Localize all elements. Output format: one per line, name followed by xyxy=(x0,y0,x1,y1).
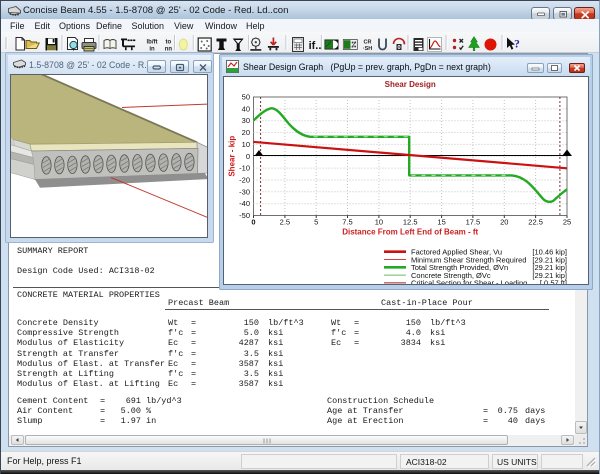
svg-text:0: 0 xyxy=(246,152,250,161)
svg-text:to: to xyxy=(166,40,172,46)
svg-text:-50: -50 xyxy=(239,211,250,220)
svg-text:?: ? xyxy=(514,39,520,51)
svg-text:Shear - kip: Shear - kip xyxy=(228,136,237,177)
svg-text:0: 0 xyxy=(397,45,400,51)
svg-text:30: 30 xyxy=(242,116,250,125)
svg-text:-30: -30 xyxy=(239,187,250,196)
svg-text:20: 20 xyxy=(500,218,508,227)
svg-text:-10: -10 xyxy=(239,164,250,173)
svg-text:[ 0.57 ft]: [ 0.57 ft] xyxy=(540,279,567,285)
svg-text:50: 50 xyxy=(242,93,250,102)
svg-text:17.5: 17.5 xyxy=(466,218,481,227)
svg-text:CR: CR xyxy=(364,40,372,46)
svg-text:10: 10 xyxy=(375,218,383,227)
svg-text:12.5: 12.5 xyxy=(403,218,418,227)
svg-text:5: 5 xyxy=(314,218,318,227)
svg-text:40: 40 xyxy=(242,104,250,113)
svg-text:-20: -20 xyxy=(239,176,250,185)
svg-text:·SH: ·SH xyxy=(363,46,373,52)
svg-text:Critical Section for Shear - L: Critical Section for Shear - Loading xyxy=(411,279,527,285)
svg-text:0: 0 xyxy=(251,218,255,227)
svg-text:7.5: 7.5 xyxy=(342,218,352,227)
svg-text:lb/ft: lb/ft xyxy=(147,40,158,46)
svg-text:2.5: 2.5 xyxy=(280,218,290,227)
svg-text:-40: -40 xyxy=(239,199,250,208)
svg-text:15: 15 xyxy=(437,218,445,227)
svg-text:if..: if.. xyxy=(309,40,322,52)
svg-text:Shear Design: Shear Design xyxy=(385,80,436,89)
svg-text:22.5: 22.5 xyxy=(528,218,543,227)
svg-text:20: 20 xyxy=(242,128,250,137)
svg-text:25: 25 xyxy=(563,218,571,227)
svg-text:Distance From Left End of Beam: Distance From Left End of Beam - ft xyxy=(342,228,478,237)
svg-text:10: 10 xyxy=(242,140,250,149)
